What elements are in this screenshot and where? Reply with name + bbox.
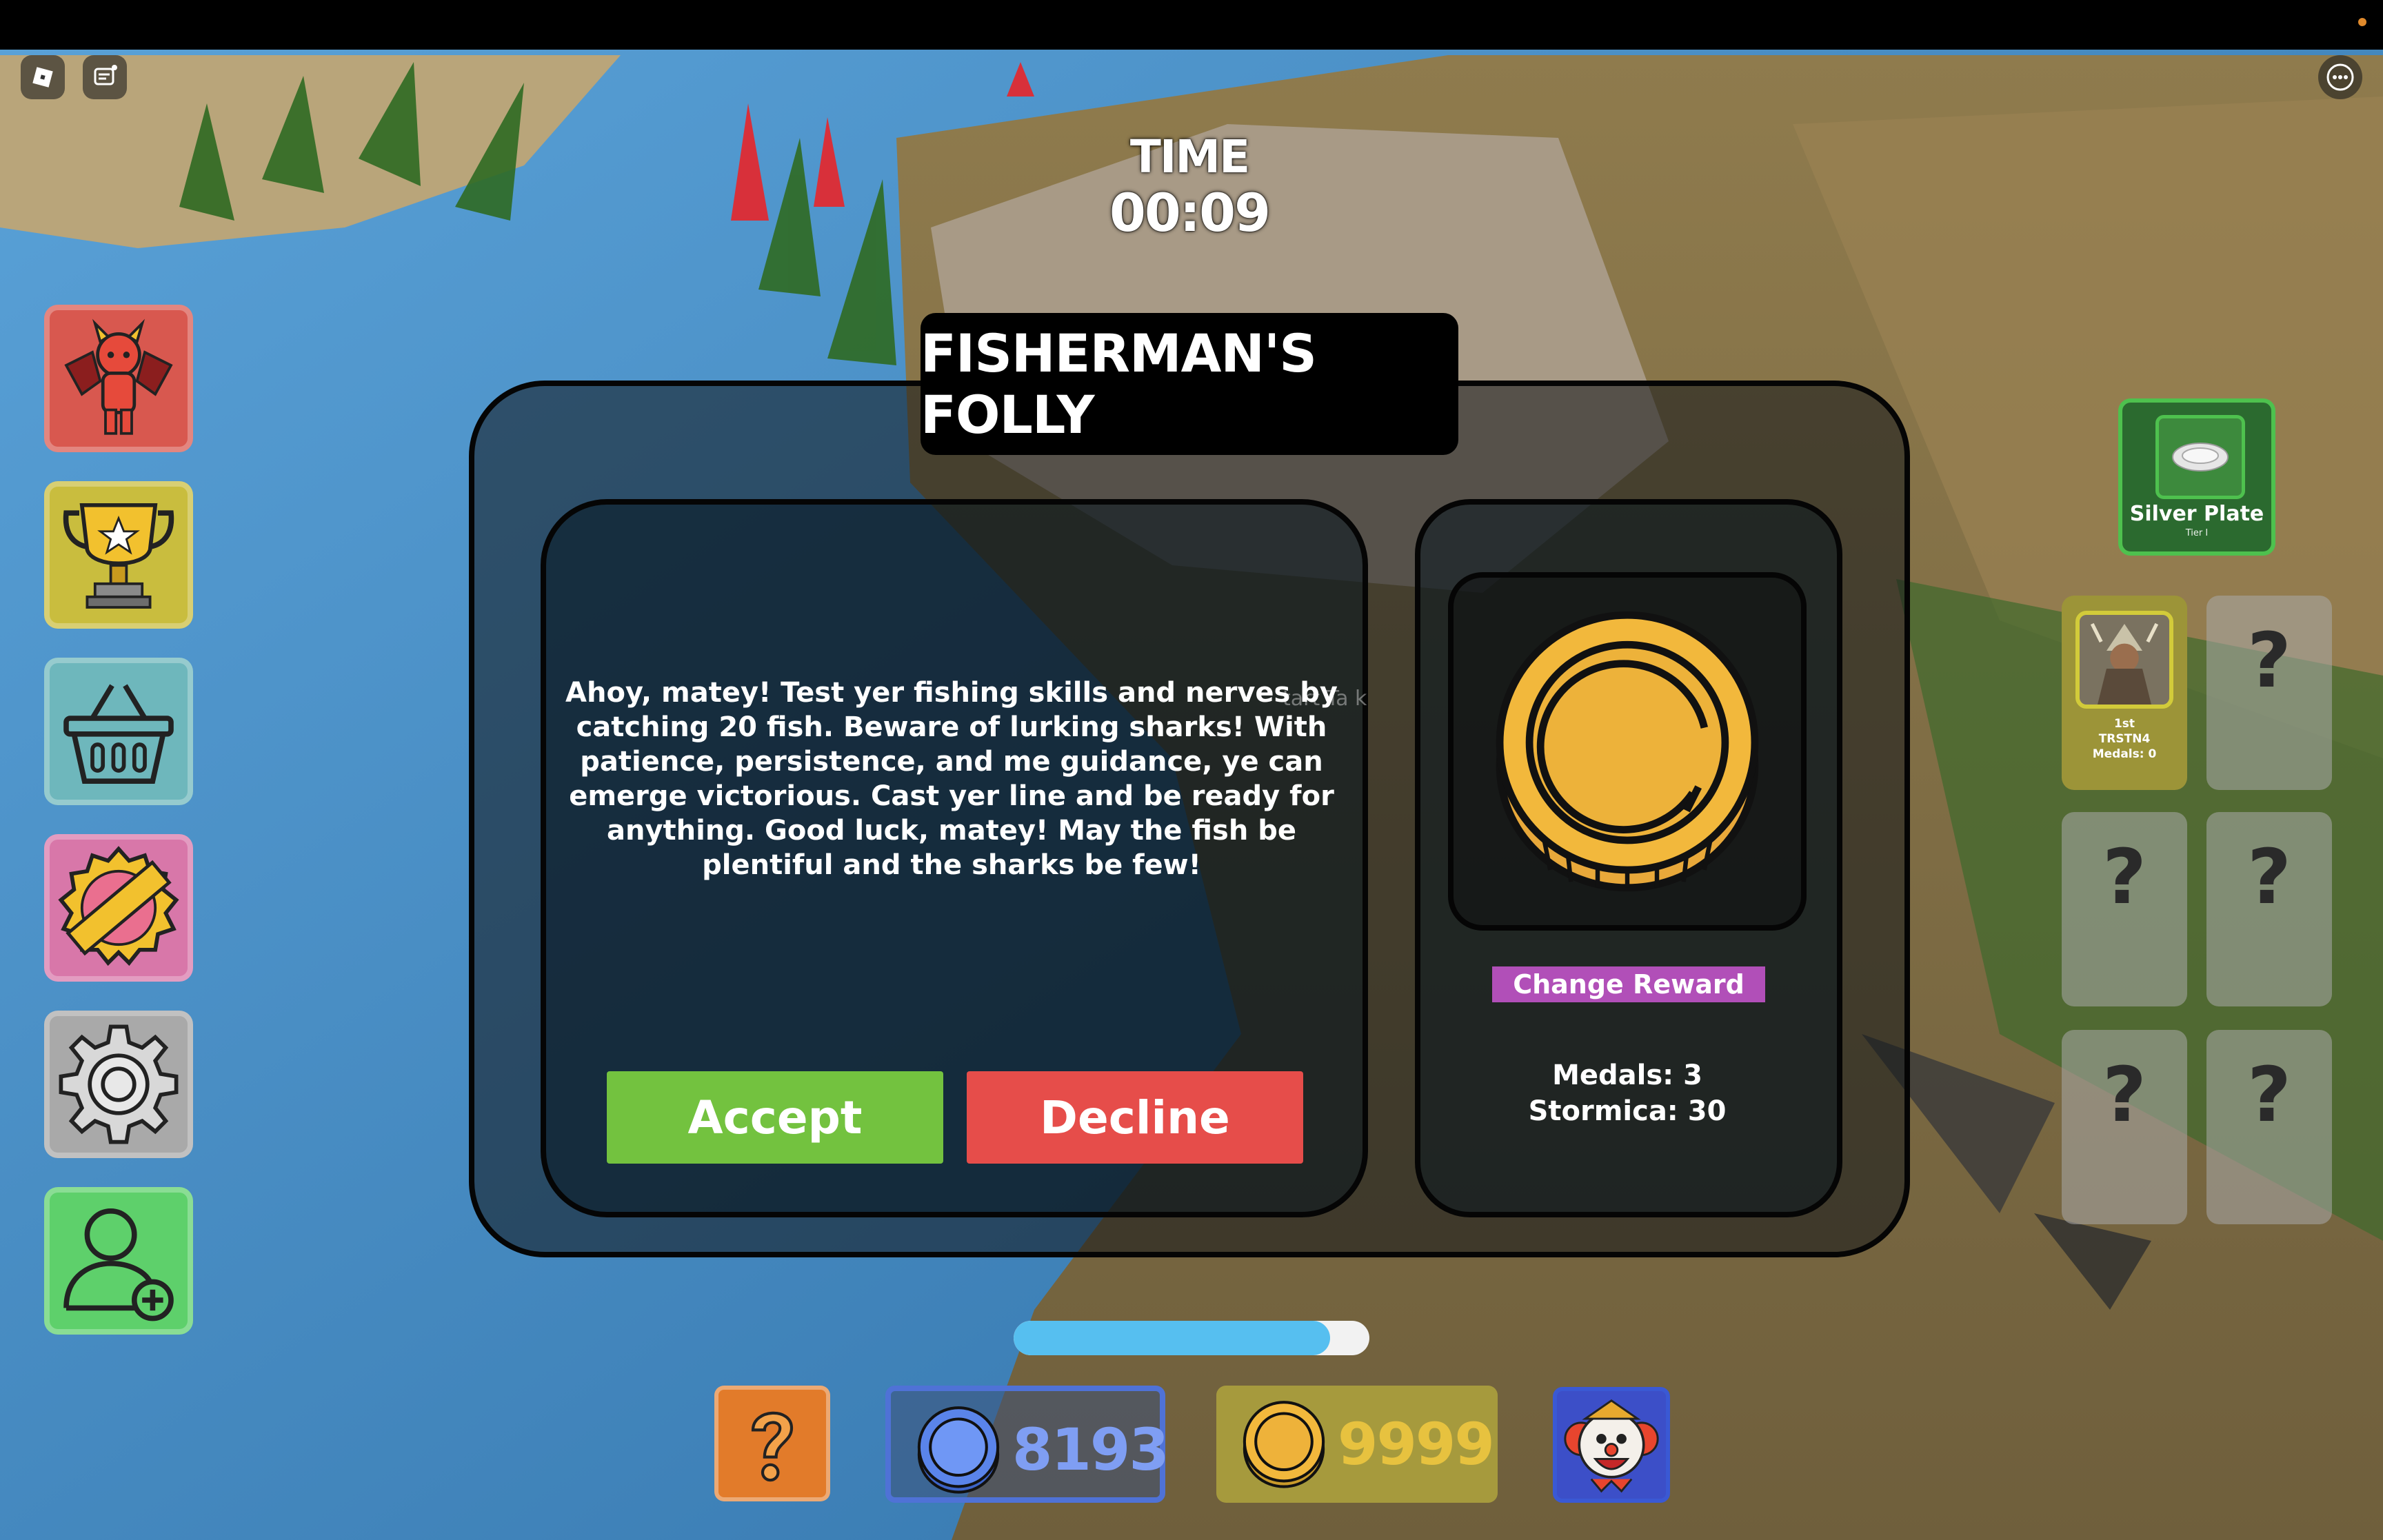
plate-icon (2155, 415, 2245, 499)
chat-icon (94, 65, 117, 85)
gear-icon (59, 1024, 179, 1144)
gold-coin-icon (1496, 611, 1759, 892)
gold-currency-counter: 9999 (1216, 1386, 1498, 1503)
silver-plate-name: Silver Plate (2129, 502, 2264, 526)
roblox-menu-button[interactable] (21, 55, 65, 99)
locked-slot[interactable]: ? (2206, 1030, 2332, 1224)
decline-button[interactable]: Decline (967, 1071, 1303, 1164)
gold-coin-icon (1243, 1401, 1325, 1488)
game-screen: TIME 00:09 FISHERMAN'S FOLLY tart Ta k A… (0, 0, 2383, 1540)
timer-value: 00:09 (1109, 182, 1271, 243)
slot-medals: Medals: 0 (2092, 747, 2157, 761)
slot-rank: 1st (2113, 717, 2135, 731)
player-avatar (2075, 611, 2173, 709)
settings-menu-button[interactable] (44, 1011, 193, 1158)
devil-icon (64, 318, 173, 435)
basket-icon (63, 684, 174, 784)
top-system-bar (0, 0, 2383, 50)
round-timer: TIME 00:09 (1076, 131, 1303, 243)
reward-stormica: Stormica: 30 (1528, 1095, 1727, 1127)
exclusive-badge-icon (58, 846, 179, 966)
reward-medals: Medals: 3 (1552, 1060, 1702, 1091)
locked-slot[interactable]: ? (2206, 812, 2332, 1006)
trophy-menu-button[interactable] (44, 481, 193, 629)
more-dots-icon (2326, 63, 2354, 91)
clown-icon (1564, 1399, 1659, 1493)
demon-menu-button[interactable] (44, 305, 193, 452)
leaderboard-slot-first[interactable]: 1st TRSTN4 Medals: 0 (2062, 596, 2187, 790)
slot-player-name: TRSTN4 (2098, 732, 2151, 746)
blue-coin-icon (917, 1406, 1000, 1494)
chat-button[interactable] (83, 55, 127, 99)
shop-menu-button[interactable] (44, 658, 193, 805)
accept-button[interactable]: Accept (607, 1071, 943, 1164)
change-reward-button[interactable]: Change Reward (1492, 966, 1765, 1002)
question-mark-icon: ? (2247, 1051, 2291, 1139)
add-user-icon (63, 1208, 174, 1321)
trophy-icon (63, 503, 174, 609)
locked-slot[interactable]: ? (2062, 1030, 2187, 1224)
clown-event-button[interactable] (1553, 1387, 1670, 1503)
quest-description: Ahoy, matey! Test yer fishing skills and… (565, 677, 1338, 881)
question-mark-icon: ? (2247, 833, 2291, 921)
task-progress-fill (1014, 1321, 1331, 1355)
quest-title: FISHERMAN'S FOLLY (921, 313, 1458, 455)
exclusive-menu-button[interactable] (44, 834, 193, 982)
more-options-button[interactable] (2318, 55, 2362, 99)
invite-friend-button[interactable] (44, 1187, 193, 1335)
reward-stats: Medals: 3 Stormica: 30 (1448, 1057, 1807, 1129)
recording-indicator-icon (2358, 18, 2366, 26)
blue-currency-counter: 8193 (885, 1386, 1169, 1503)
locked-slot[interactable]: ? (2206, 596, 2332, 790)
silver-plate-badge[interactable]: Silver Plate Tier I (2118, 398, 2275, 556)
locked-slot[interactable]: ? (2062, 812, 2187, 1006)
timer-label: TIME (1129, 130, 1250, 183)
silver-plate-tier: Tier I (2185, 528, 2209, 538)
roblox-logo-icon (32, 67, 53, 88)
task-progress-bar (1014, 1321, 1369, 1355)
blue-currency-amount: 8193 (1012, 1416, 1169, 1483)
help-button[interactable] (714, 1386, 830, 1501)
question-mark-icon: ? (2102, 1051, 2146, 1139)
gold-currency-amount: 9999 (1338, 1410, 1495, 1478)
question-icon (751, 1411, 794, 1482)
question-mark-icon: ? (2247, 616, 2291, 705)
question-mark-icon: ? (2102, 833, 2146, 921)
reward-item-frame (1448, 572, 1807, 931)
